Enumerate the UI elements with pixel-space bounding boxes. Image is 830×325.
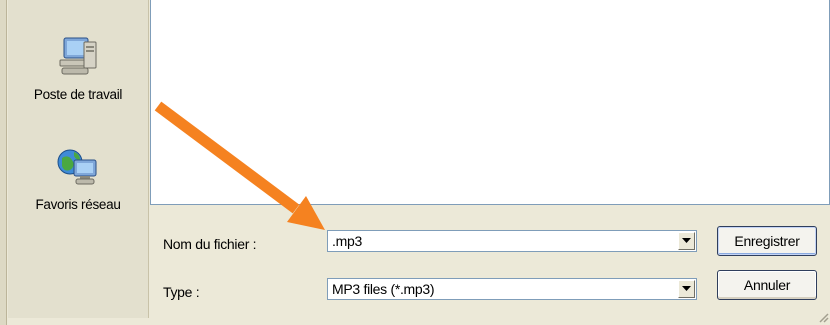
sidebar-item-network-places[interactable]: Favoris réseau: [8, 142, 148, 212]
filename-input[interactable]: .mp3: [332, 233, 362, 249]
chevron-down-icon: [682, 286, 691, 291]
filename-dropdown-button[interactable]: [678, 232, 695, 250]
type-dropdown-button[interactable]: [678, 280, 695, 298]
filename-combobox[interactable]: .mp3: [327, 230, 697, 252]
type-selected-value: MP3 files (*.mp3): [332, 281, 435, 297]
dialog-left-edge: [0, 0, 7, 325]
network-places-icon: [8, 142, 148, 197]
type-label: Type :: [163, 284, 200, 300]
cancel-button[interactable]: Annuler: [717, 270, 817, 300]
places-bar: Poste de travail Favoris réseau: [8, 0, 149, 318]
my-computer-icon: [8, 32, 148, 87]
save-as-dialog: Poste de travail Favoris réseau Nom du f…: [0, 0, 830, 325]
filename-label: Nom du fichier :: [163, 236, 257, 252]
sidebar-item-label: Poste de travail: [33, 87, 123, 102]
chevron-down-icon: [682, 238, 691, 243]
type-select[interactable]: MP3 files (*.mp3): [327, 278, 697, 300]
resize-grip-icon[interactable]: [817, 311, 829, 323]
file-list-pane[interactable]: [150, 0, 830, 205]
sidebar-item-my-computer[interactable]: Poste de travail: [8, 32, 148, 102]
save-button[interactable]: Enregistrer: [717, 226, 817, 256]
sidebar-item-label: Favoris réseau: [35, 197, 121, 212]
